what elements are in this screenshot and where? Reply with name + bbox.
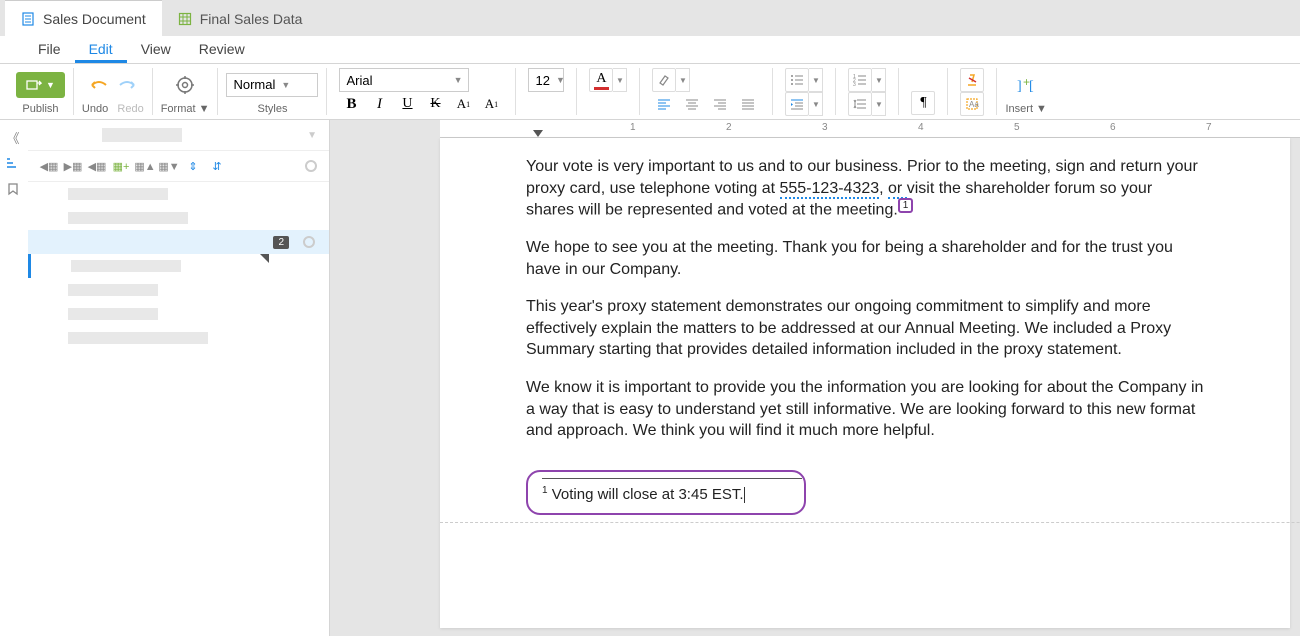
ruler: 1 2 3 4 5 6 7 bbox=[440, 120, 1300, 138]
menu-bar: File Edit View Review bbox=[0, 36, 1300, 64]
numbered-list-button[interactable]: 123 ▼ bbox=[848, 68, 886, 92]
tab-label: Sales Document bbox=[43, 11, 146, 27]
bold-button[interactable]: B bbox=[339, 92, 363, 116]
indent-button[interactable]: ▼ bbox=[785, 92, 823, 116]
outdent-icon[interactable]: ◀▦ bbox=[40, 157, 58, 175]
font-combo-value: Arial bbox=[346, 73, 372, 88]
undo-label: Undo bbox=[82, 103, 108, 115]
svg-text:3: 3 bbox=[853, 82, 856, 86]
ruler-mark: 2 bbox=[726, 122, 732, 133]
sidebar-item[interactable] bbox=[28, 326, 329, 350]
moveup-icon[interactable]: ▦▲ bbox=[136, 157, 154, 175]
menu-edit[interactable]: Edit bbox=[75, 35, 127, 63]
sidebar: 《 ▼ ◀▦ ▶▦ ◀▦ ▦+ ▦▲ ▦▼ ⇕ ⇵ bbox=[0, 120, 330, 636]
sidebar-item[interactable]: 2 bbox=[28, 230, 329, 254]
size-combo[interactable]: 12 ▼ bbox=[528, 68, 564, 92]
ruler-mark: 7 bbox=[1206, 122, 1212, 133]
ruler-mark: 6 bbox=[1110, 122, 1116, 133]
align-center-button[interactable] bbox=[680, 92, 704, 116]
paragraph[interactable]: We hope to see you at the meeting. Thank… bbox=[526, 237, 1204, 280]
phone-number: 555-123-4323 bbox=[780, 180, 880, 199]
insert-label: Insert bbox=[1005, 103, 1033, 115]
highlight-button[interactable]: ▼ bbox=[652, 68, 690, 92]
outline-icon[interactable] bbox=[4, 154, 22, 172]
menu-file[interactable]: File bbox=[24, 35, 75, 63]
select-all-button[interactable]: Aa bbox=[960, 92, 984, 116]
publish-label: Publish bbox=[22, 103, 58, 115]
para-text: , bbox=[879, 180, 888, 197]
movedown-icon[interactable]: ▦▼ bbox=[160, 157, 178, 175]
redo-label: Redo bbox=[117, 103, 143, 115]
svg-text:[: [ bbox=[1029, 79, 1034, 94]
style-combo-value: Normal bbox=[233, 77, 275, 92]
sidebar-item[interactable] bbox=[28, 254, 329, 278]
line-spacing-button[interactable]: ▼ bbox=[848, 92, 886, 116]
text-cursor bbox=[744, 487, 745, 503]
ruler-indent-marker[interactable] bbox=[533, 130, 543, 137]
undo-button[interactable] bbox=[87, 73, 111, 97]
paragraph[interactable]: We know it is important to provide you t… bbox=[526, 377, 1204, 442]
tab-sales-document[interactable]: Sales Document bbox=[5, 0, 162, 36]
subscript-button[interactable]: A1 bbox=[479, 92, 503, 116]
bookmark-icon[interactable] bbox=[4, 180, 22, 198]
insert-button[interactable]: ]+[ bbox=[1014, 73, 1038, 97]
menu-view[interactable]: View bbox=[127, 35, 185, 63]
underline-button[interactable]: U bbox=[395, 92, 419, 116]
bullet-list-button[interactable]: ▼ bbox=[785, 68, 823, 92]
collapse-icon[interactable]: 《 bbox=[4, 128, 22, 146]
doc-icon bbox=[21, 12, 35, 26]
strikethrough-button[interactable]: K bbox=[423, 92, 447, 116]
page-break-line bbox=[440, 522, 1300, 523]
expand-icon[interactable]: ⇕ bbox=[184, 157, 202, 175]
align-right-button[interactable] bbox=[708, 92, 732, 116]
svg-text:]: ] bbox=[1017, 79, 1022, 94]
menu-review[interactable]: Review bbox=[185, 35, 259, 63]
superscript-button[interactable]: A1 bbox=[451, 92, 475, 116]
ruler-mark: 1 bbox=[630, 122, 636, 133]
paragraph-button[interactable]: ¶ bbox=[911, 91, 935, 115]
sidebar-title-placeholder bbox=[102, 128, 182, 142]
sidebar-status-dot bbox=[305, 160, 317, 172]
font-combo[interactable]: Arial ▼ bbox=[339, 68, 469, 92]
format-button[interactable] bbox=[173, 73, 197, 97]
sidebar-item[interactable] bbox=[28, 278, 329, 302]
footnote-block[interactable]: 1 Voting will close at 3:45 EST. bbox=[526, 470, 806, 515]
tab-bar: Sales Document Final Sales Data bbox=[0, 0, 1300, 36]
add-icon[interactable]: ▦+ bbox=[112, 157, 130, 175]
ruler-mark: 4 bbox=[918, 122, 924, 133]
document-page[interactable]: Your vote is very important to us and to… bbox=[440, 138, 1290, 628]
size-combo-value: 12 bbox=[535, 73, 549, 88]
paragraph[interactable]: Your vote is very important to us and to… bbox=[526, 156, 1204, 221]
sidebar-toolbar: ◀▦ ▶▦ ◀▦ ▦+ ▦▲ ▦▼ ⇕ ⇵ bbox=[28, 151, 329, 182]
sidebar-item[interactable] bbox=[28, 302, 329, 326]
footnote-text: Voting will close at 3:45 EST. bbox=[548, 486, 744, 503]
para-text: or bbox=[888, 180, 907, 199]
clear-format-button[interactable] bbox=[960, 68, 984, 92]
styles-label: Styles bbox=[258, 103, 288, 115]
sidebar-item[interactable] bbox=[28, 206, 329, 230]
footnote-reference[interactable]: 1 bbox=[898, 198, 914, 213]
svg-text:Aa: Aa bbox=[969, 100, 979, 109]
align-left-button[interactable] bbox=[652, 92, 676, 116]
indent-icon[interactable]: ▶▦ bbox=[64, 157, 82, 175]
publish-button[interactable]: ▼ bbox=[16, 72, 65, 98]
redo-button[interactable] bbox=[115, 73, 139, 97]
collapse-all-icon[interactable]: ⇵ bbox=[208, 157, 226, 175]
promote-icon[interactable]: ◀▦ bbox=[88, 157, 106, 175]
paragraph[interactable]: This year's proxy statement demonstrates… bbox=[526, 296, 1204, 361]
sheet-icon bbox=[178, 12, 192, 26]
align-justify-button[interactable] bbox=[736, 92, 760, 116]
document-area: 1 2 3 4 5 6 7 Your vote is very importan… bbox=[330, 120, 1300, 636]
comment-badge: 2 bbox=[273, 236, 289, 249]
ruler-mark: 3 bbox=[822, 122, 828, 133]
tab-label: Final Sales Data bbox=[200, 11, 303, 27]
tab-final-sales-data[interactable]: Final Sales Data bbox=[162, 0, 319, 36]
style-combo[interactable]: Normal ▼ bbox=[226, 73, 318, 97]
format-label: Format bbox=[161, 103, 196, 115]
toolbar: ▼ Publish Undo Redo Format ▼ Normal bbox=[0, 64, 1300, 120]
italic-button[interactable]: I bbox=[367, 92, 391, 116]
sidebar-item[interactable] bbox=[28, 182, 329, 206]
ruler-mark: 5 bbox=[1014, 122, 1020, 133]
font-color-button[interactable]: A ▼ bbox=[589, 68, 627, 92]
